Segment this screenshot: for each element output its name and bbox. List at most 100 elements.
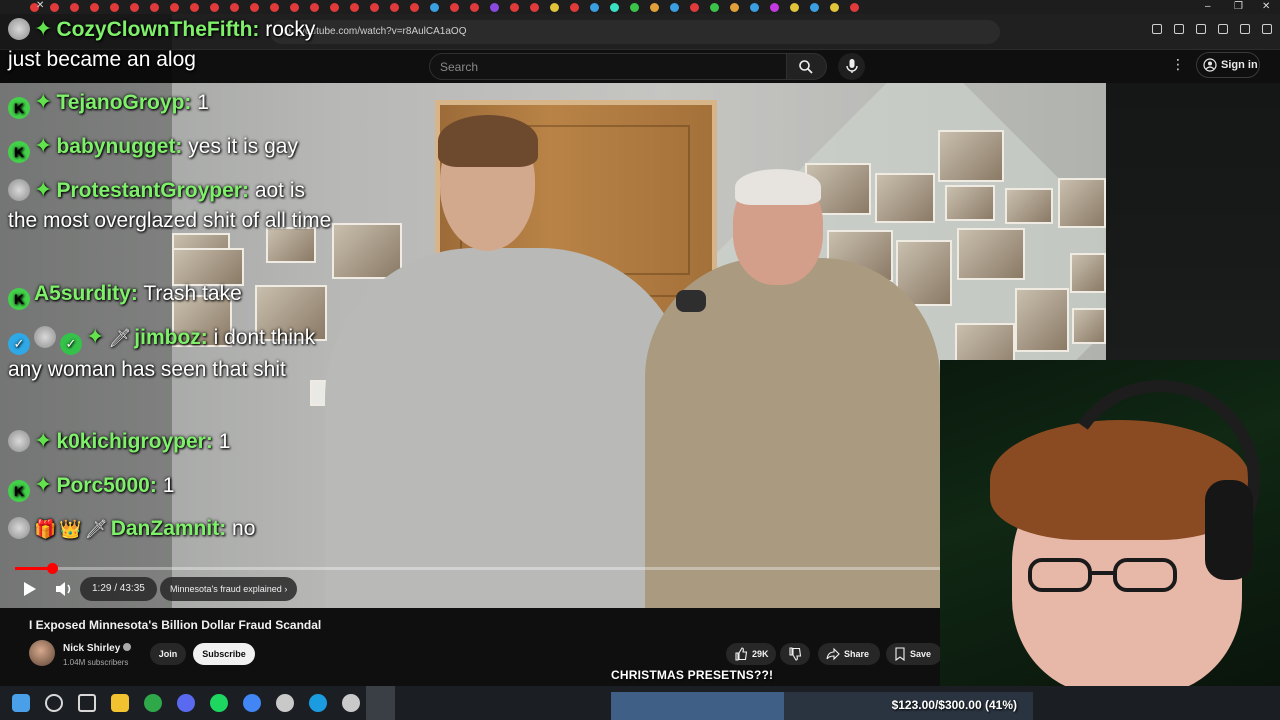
extensions-icon[interactable] bbox=[1152, 24, 1162, 34]
browser-tab-favicon[interactable] bbox=[270, 2, 279, 12]
download-icon[interactable] bbox=[1240, 24, 1250, 34]
browser-tab-favicon[interactable] bbox=[490, 2, 499, 12]
browser-tab-favicon[interactable] bbox=[670, 2, 679, 12]
search-icon[interactable] bbox=[45, 694, 63, 712]
browser-tab-favicon[interactable] bbox=[510, 2, 519, 12]
browser-tab-favicon[interactable] bbox=[610, 2, 619, 12]
app-icon[interactable] bbox=[276, 694, 294, 712]
channel-avatar[interactable] bbox=[29, 640, 55, 666]
discord-icon[interactable] bbox=[177, 694, 195, 712]
browser-tab-favicon[interactable] bbox=[690, 2, 699, 12]
app-icon[interactable] bbox=[342, 694, 360, 712]
voice-search-button[interactable] bbox=[838, 53, 865, 80]
browser-tab-favicon[interactable] bbox=[470, 2, 479, 12]
browser-tab-favicon[interactable] bbox=[750, 2, 759, 12]
sidebar-icon[interactable] bbox=[1196, 24, 1206, 34]
file-explorer-icon[interactable] bbox=[111, 694, 129, 712]
browser-tab-favicon[interactable] bbox=[190, 2, 199, 12]
browser-tab-favicon[interactable] bbox=[390, 2, 399, 12]
browser-tab-favicon[interactable] bbox=[310, 2, 319, 12]
browser-tab-favicon[interactable] bbox=[90, 2, 99, 12]
browser-tab-favicon[interactable] bbox=[830, 2, 839, 12]
browser-tab-favicon[interactable] bbox=[150, 2, 159, 12]
browser-tab-favicon[interactable] bbox=[710, 2, 719, 12]
steam-icon[interactable] bbox=[309, 694, 327, 712]
user-avatar-icon bbox=[8, 179, 30, 201]
save-label: Save bbox=[910, 649, 932, 659]
task-view-icon[interactable] bbox=[78, 694, 96, 712]
search-input[interactable] bbox=[440, 59, 770, 75]
search-button[interactable] bbox=[787, 53, 827, 80]
video-progress-bar[interactable] bbox=[15, 563, 1090, 574]
settings-menu-icon[interactable]: ⋮ bbox=[1171, 56, 1185, 73]
media-icon[interactable] bbox=[1174, 24, 1184, 34]
thumbs-down-icon bbox=[789, 647, 802, 661]
streamer-webcam bbox=[940, 360, 1280, 687]
browser-tab-favicon[interactable] bbox=[370, 2, 379, 12]
user-avatar-icon bbox=[8, 517, 30, 539]
chrome-icon[interactable] bbox=[243, 694, 261, 712]
share-icon bbox=[826, 647, 840, 661]
browser-tab-favicon[interactable] bbox=[230, 2, 239, 12]
wall-photo bbox=[875, 173, 935, 223]
browser-tab-favicon[interactable] bbox=[350, 2, 359, 12]
browser-tab-favicon[interactable] bbox=[770, 2, 779, 12]
save-button[interactable]: Save bbox=[886, 643, 942, 665]
browser-tab-favicon[interactable] bbox=[70, 2, 79, 12]
browser-tab-favicon[interactable] bbox=[130, 2, 139, 12]
browser-tab-strip bbox=[0, 0, 1280, 14]
channel-name-link[interactable]: Nick Shirley bbox=[63, 643, 132, 654]
volume-icon[interactable] bbox=[53, 578, 75, 600]
wallet-icon[interactable] bbox=[1218, 24, 1228, 34]
channel-name: Nick Shirley bbox=[63, 643, 121, 654]
browser-tab-favicon[interactable] bbox=[590, 2, 599, 12]
browser-tab-favicon[interactable] bbox=[790, 2, 799, 12]
join-button[interactable]: Join bbox=[150, 643, 186, 665]
dislike-button[interactable] bbox=[780, 643, 810, 665]
browser-tab-favicon[interactable] bbox=[50, 2, 59, 12]
spotify-icon[interactable] bbox=[210, 694, 228, 712]
play-icon[interactable] bbox=[18, 578, 40, 600]
browser-tab-favicon[interactable] bbox=[530, 2, 539, 12]
browser-tab-favicon[interactable] bbox=[810, 2, 819, 12]
browser-tab-favicon[interactable] bbox=[290, 2, 299, 12]
chat-username: k0kichigroyper: bbox=[56, 430, 213, 453]
chapter-button[interactable]: Minnesota's fraud explained › bbox=[160, 577, 298, 601]
donation-goal-bar: $123.00/$300.00 (41%) bbox=[611, 692, 1033, 720]
url-field[interactable]: ⚙ youtube.com/watch?v=r8AulCA1aOQ bbox=[270, 20, 1000, 44]
browser-tab-favicon[interactable] bbox=[730, 2, 739, 12]
browser-tab-favicon[interactable] bbox=[630, 2, 639, 12]
browser-tab-favicon[interactable] bbox=[110, 2, 119, 12]
browser-tab-favicon[interactable] bbox=[550, 2, 559, 12]
person-hair bbox=[735, 169, 821, 205]
browser-tab-favicon[interactable] bbox=[170, 2, 179, 12]
browser-tab-favicon[interactable] bbox=[450, 2, 459, 12]
sign-in-button[interactable]: Sign in bbox=[1196, 52, 1260, 78]
browser-tab-favicon[interactable] bbox=[430, 2, 439, 12]
browser-tab-favicon[interactable] bbox=[210, 2, 219, 12]
channel-badge-icon: K bbox=[8, 97, 30, 119]
restore-icon[interactable]: ❐ bbox=[1234, 0, 1243, 13]
tab-close-icon[interactable]: ✕ bbox=[36, 0, 44, 11]
chat-text: 1 bbox=[218, 430, 231, 453]
channel-badge-icon: K bbox=[8, 288, 30, 310]
progress-scrubber[interactable] bbox=[46, 563, 58, 574]
menu-icon[interactable] bbox=[1262, 24, 1272, 34]
start-menu-icon[interactable] bbox=[12, 694, 30, 712]
donation-goal-fill bbox=[611, 692, 785, 720]
verified-badge-icon bbox=[123, 643, 132, 651]
app-icon[interactable] bbox=[144, 694, 162, 712]
like-button[interactable]: 29K bbox=[726, 643, 776, 665]
browser-tab-favicon[interactable] bbox=[330, 2, 339, 12]
browser-tab-favicon[interactable] bbox=[850, 2, 859, 12]
browser-tab-favicon[interactable] bbox=[410, 2, 419, 12]
subscribe-button[interactable]: Subscribe bbox=[193, 643, 255, 665]
browser-tab-favicon[interactable] bbox=[650, 2, 659, 12]
share-button[interactable]: Share bbox=[818, 643, 880, 665]
chat-username: CozyClownTheFifth: bbox=[56, 18, 260, 41]
video-title: I Exposed Minnesota's Billion Dollar Fra… bbox=[29, 618, 322, 632]
minimize-icon[interactable]: – bbox=[1205, 0, 1211, 13]
browser-tab-favicon[interactable] bbox=[570, 2, 579, 12]
window-close-icon[interactable]: ✕ bbox=[1262, 0, 1270, 13]
browser-tab-favicon[interactable] bbox=[250, 2, 259, 12]
